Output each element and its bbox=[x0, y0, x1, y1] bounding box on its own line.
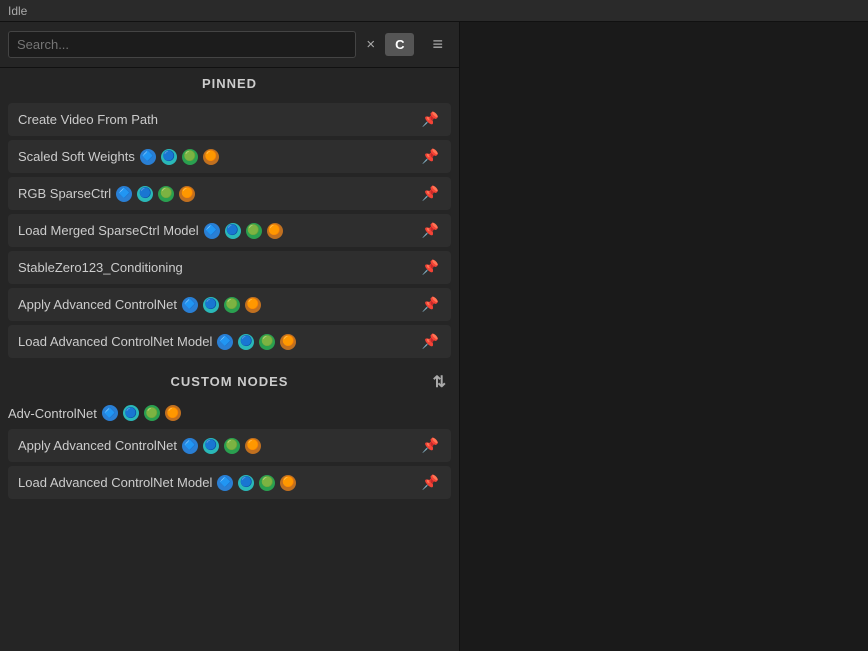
badge-teal: 🔵 bbox=[238, 475, 254, 491]
category-badge-blue: 🔷 bbox=[102, 405, 118, 421]
node-item[interactable]: Create Video From Path 📌 bbox=[8, 103, 451, 136]
badge-green: 🟢 bbox=[158, 186, 174, 202]
badge-blue: 🔷 bbox=[217, 334, 233, 350]
node-item[interactable]: Scaled Soft Weights 🔷 🔵 🟢 🟠 📌 bbox=[8, 140, 451, 173]
node-item-label: Apply Advanced ControlNet 🔷 🔵 🟢 🟠 bbox=[18, 297, 420, 313]
badge-blue: 🔷 bbox=[204, 223, 220, 239]
badge-blue: 🔷 bbox=[140, 149, 156, 165]
badge-green: 🟢 bbox=[259, 334, 275, 350]
pinned-section-header: PINNED bbox=[0, 68, 459, 99]
pin-button[interactable]: 📌 bbox=[420, 437, 441, 454]
sidebar-content: PINNED Create Video From Path 📌 Scaled S… bbox=[0, 68, 459, 651]
node-item-label: StableZero123_Conditioning bbox=[18, 260, 420, 275]
node-item-text: RGB SparseCtrl bbox=[18, 186, 111, 201]
node-item-text: StableZero123_Conditioning bbox=[18, 260, 183, 275]
badge-blue: 🔷 bbox=[182, 438, 198, 454]
search-clear-button[interactable]: × bbox=[362, 34, 379, 55]
node-item-label: Create Video From Path bbox=[18, 112, 420, 127]
sidebar: × C ≡ PINNED Create Video From Path 📌 Sc… bbox=[0, 22, 460, 651]
node-item[interactable]: StableZero123_Conditioning 📌 bbox=[8, 251, 451, 284]
node-item-text: Create Video From Path bbox=[18, 112, 158, 127]
right-panel bbox=[460, 22, 868, 651]
badge-teal: 🔵 bbox=[238, 334, 254, 350]
badge-orange: 🟠 bbox=[280, 334, 296, 350]
badge-blue: 🔷 bbox=[182, 297, 198, 313]
category-badge-teal: 🔵 bbox=[123, 405, 139, 421]
node-item[interactable]: Apply Advanced ControlNet 🔷 🔵 🟢 🟠 📌 bbox=[8, 288, 451, 321]
node-item-label: Apply Advanced ControlNet 🔷 🔵 🟢 🟠 bbox=[18, 438, 420, 454]
search-input[interactable] bbox=[8, 31, 356, 58]
node-item[interactable]: RGB SparseCtrl 🔷 🔵 🟢 🟠 📌 bbox=[8, 177, 451, 210]
node-item-text: Apply Advanced ControlNet bbox=[18, 438, 177, 453]
custom-nodes-list: Apply Advanced ControlNet 🔷 🔵 🟢 🟠 📌 Load Ad… bbox=[0, 425, 459, 507]
node-item[interactable]: Load Advanced ControlNet Model 🔷 🔵 🟢 🟠 📌 bbox=[8, 466, 451, 499]
badge-teal: 🔵 bbox=[203, 438, 219, 454]
main-layout: × C ≡ PINNED Create Video From Path 📌 Sc… bbox=[0, 22, 868, 651]
pin-button[interactable]: 📌 bbox=[420, 222, 441, 239]
pin-button[interactable]: 📌 bbox=[420, 296, 441, 313]
pin-button[interactable]: 📌 bbox=[420, 259, 441, 276]
pin-button[interactable]: 📌 bbox=[420, 333, 441, 350]
badge-green: 🟢 bbox=[224, 438, 240, 454]
badge-blue: 🔷 bbox=[116, 186, 132, 202]
node-item-text: Load Merged SparseCtrl Model bbox=[18, 223, 199, 238]
node-item-text: Apply Advanced ControlNet bbox=[18, 297, 177, 312]
custom-nodes-icon: ⇅ bbox=[433, 372, 447, 392]
node-item-text: Scaled Soft Weights bbox=[18, 149, 135, 164]
node-item-text: Load Advanced ControlNet Model bbox=[18, 475, 212, 490]
badge-teal: 🔵 bbox=[137, 186, 153, 202]
hamburger-button[interactable]: ≡ bbox=[424, 30, 451, 59]
badge-orange: 🟠 bbox=[179, 186, 195, 202]
c-button[interactable]: C bbox=[385, 33, 414, 56]
pin-button[interactable]: 📌 bbox=[420, 148, 441, 165]
badge-orange: 🟠 bbox=[245, 297, 261, 313]
badge-orange: 🟠 bbox=[280, 475, 296, 491]
node-item-label: Load Advanced ControlNet Model 🔷 🔵 🟢 🟠 bbox=[18, 475, 420, 491]
badge-orange: 🟠 bbox=[267, 223, 283, 239]
badge-blue: 🔷 bbox=[217, 475, 233, 491]
pin-button[interactable]: 📌 bbox=[420, 474, 441, 491]
category-badge-green: 🟢 bbox=[144, 405, 160, 421]
node-item[interactable]: Apply Advanced ControlNet 🔷 🔵 🟢 🟠 📌 bbox=[8, 429, 451, 462]
node-item[interactable]: Load Merged SparseCtrl Model 🔷 🔵 🟢 🟠 📌 bbox=[8, 214, 451, 247]
badge-teal: 🔵 bbox=[225, 223, 241, 239]
badge-green: 🟢 bbox=[182, 149, 198, 165]
badge-orange: 🟠 bbox=[245, 438, 261, 454]
badge-teal: 🔵 bbox=[161, 149, 177, 165]
badge-green: 🟢 bbox=[224, 297, 240, 313]
node-item-label: Scaled Soft Weights 🔷 🔵 🟢 🟠 bbox=[18, 149, 420, 165]
category-label: Adv-ControlNet bbox=[8, 406, 97, 421]
node-item-label: Load Merged SparseCtrl Model 🔷 🔵 🟢 🟠 bbox=[18, 223, 420, 239]
badge-green: 🟢 bbox=[246, 223, 262, 239]
custom-nodes-section-header: CUSTOM NODES ⇅ bbox=[0, 366, 459, 397]
badge-green: 🟢 bbox=[259, 475, 275, 491]
titlebar-label: Idle bbox=[8, 4, 27, 18]
badge-teal: 🔵 bbox=[203, 297, 219, 313]
badge-orange: 🟠 bbox=[203, 149, 219, 165]
pinned-list: Create Video From Path 📌 Scaled Soft Wei… bbox=[0, 99, 459, 366]
category-row-adv-controlnet: Adv-ControlNet 🔷 🔵 🟢 🟠 bbox=[0, 397, 459, 425]
node-item[interactable]: Load Advanced ControlNet Model 🔷 🔵 🟢 🟠 📌 bbox=[8, 325, 451, 358]
node-item-label: Load Advanced ControlNet Model 🔷 🔵 🟢 🟠 bbox=[18, 334, 420, 350]
pin-button[interactable]: 📌 bbox=[420, 111, 441, 128]
pin-button[interactable]: 📌 bbox=[420, 185, 441, 202]
search-bar: × C ≡ bbox=[0, 22, 459, 68]
titlebar: Idle bbox=[0, 0, 868, 22]
node-item-text: Load Advanced ControlNet Model bbox=[18, 334, 212, 349]
node-item-label: RGB SparseCtrl 🔷 🔵 🟢 🟠 bbox=[18, 186, 420, 202]
category-badge-orange: 🟠 bbox=[165, 405, 181, 421]
